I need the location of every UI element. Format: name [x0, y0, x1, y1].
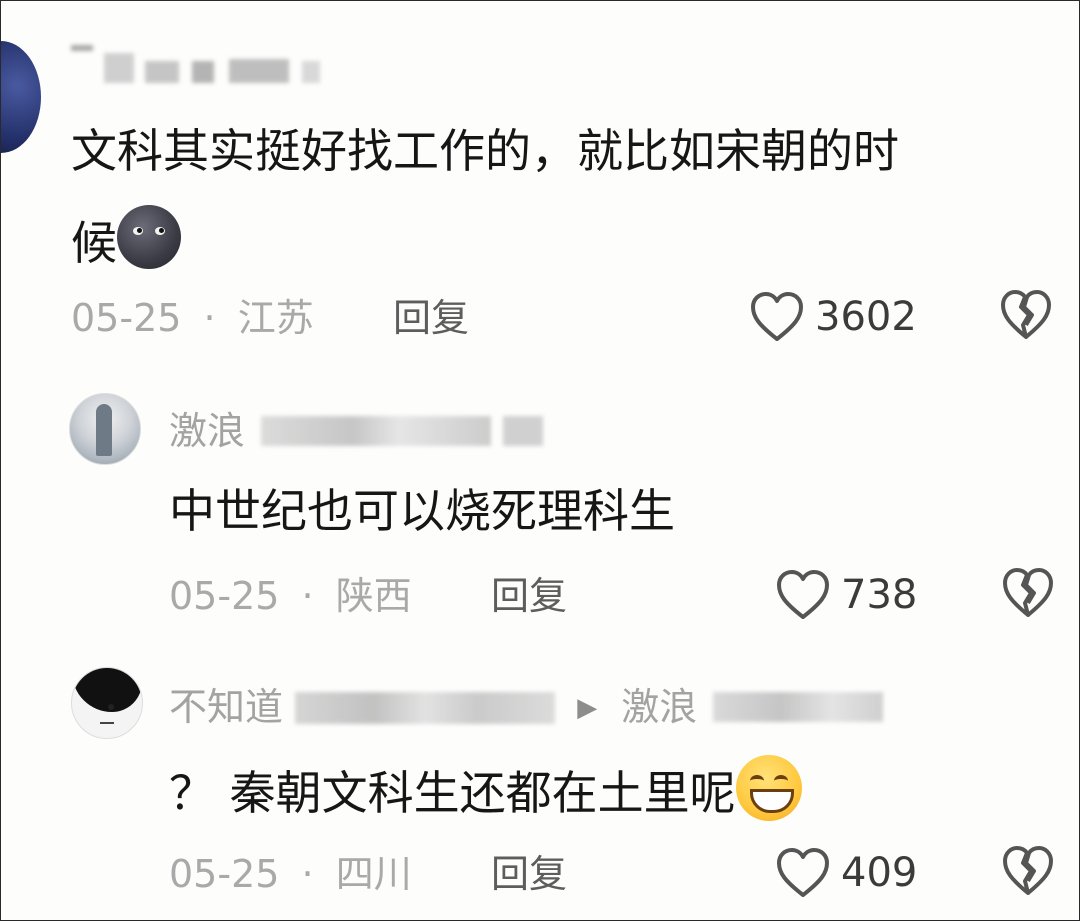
dislike-button[interactable]	[999, 289, 1053, 345]
new-moon-face-emoji-icon	[117, 205, 181, 269]
reply-button[interactable]: 回复	[491, 573, 567, 619]
reply-button[interactable]: 回复	[393, 295, 469, 341]
comment-location: 江苏	[237, 296, 314, 340]
reply-button[interactable]: 回复	[491, 851, 567, 897]
like-count: 3602	[815, 294, 917, 340]
meta-separator: ·	[301, 852, 314, 896]
like-count: 738	[841, 572, 918, 618]
comment-date: 05-25	[71, 296, 182, 340]
reply-arrow-icon: ▶	[577, 693, 598, 723]
comment-date: 05-25	[169, 574, 280, 618]
comment-meta: 05-25 · 陕西	[169, 573, 412, 619]
username[interactable]: 激浪	[169, 409, 544, 453]
dislike-button[interactable]	[1001, 567, 1055, 623]
like-count: 409	[841, 850, 918, 896]
username-redacted	[261, 416, 492, 446]
broken-heart-icon	[1003, 846, 1053, 895]
like-button[interactable]: 738	[775, 565, 917, 625]
comment-location: 陕西	[335, 574, 412, 618]
heart-outline-icon	[751, 292, 803, 341]
heart-outline-icon	[777, 570, 829, 619]
username[interactable]: 不知道 ▶ 激浪	[169, 685, 884, 730]
username-redacted	[295, 692, 556, 724]
reply-comment-item: 不知道 ▶ 激浪 ？ 秦朝文科生还都在土里呢 05-25 · 四川 回复 409	[1, 661, 1079, 919]
avatar[interactable]	[1, 41, 41, 153]
reply-to-redacted	[713, 692, 884, 722]
grinning-face-emoji-icon	[735, 755, 802, 821]
username-redacted[interactable]	[71, 45, 321, 85]
meta-separator: ·	[203, 296, 216, 340]
broken-heart-icon	[1001, 290, 1051, 339]
comment-date: 05-25	[169, 852, 280, 896]
broken-heart-icon	[1003, 568, 1053, 617]
avatar[interactable]	[71, 667, 143, 739]
comment-item: 文科其实挺好找工作的，就比如宋朝的时 候 05-25 · 江苏 回复 3602	[1, 1, 1079, 361]
meta-separator: ·	[301, 574, 314, 618]
comment-text: 文科其实挺好找工作的，就比如宋朝的时 候	[71, 124, 899, 270]
comment-location: 四川	[335, 852, 412, 896]
dislike-button[interactable]	[1001, 845, 1055, 901]
comment-text: ？ 秦朝文科生还都在土里呢	[169, 747, 802, 839]
comment-meta: 05-25 · 江苏	[71, 295, 314, 341]
comment-thread: 文科其实挺好找工作的，就比如宋朝的时 候 05-25 · 江苏 回复 3602 …	[0, 0, 1080, 921]
comment-text: 中世纪也可以烧死理科生	[169, 484, 675, 538]
like-button[interactable]: 3602	[749, 287, 917, 347]
avatar[interactable]	[69, 393, 141, 465]
reply-comment-item: 激浪 中世纪也可以烧死理科生 05-25 · 陕西 回复 738	[1, 381, 1079, 651]
like-button[interactable]: 409	[775, 843, 917, 903]
comment-meta: 05-25 · 四川	[169, 851, 412, 897]
heart-outline-icon	[777, 848, 829, 897]
